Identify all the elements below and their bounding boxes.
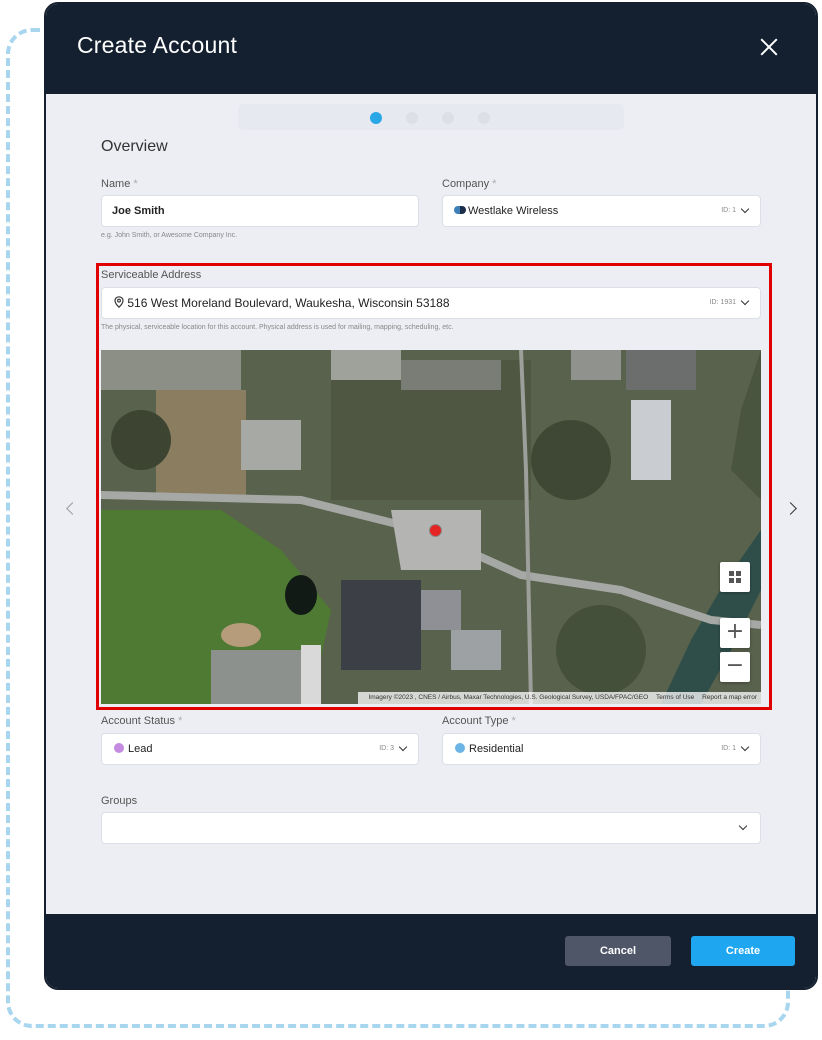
required-marker: * — [178, 715, 183, 727]
modal-title: Create Account — [77, 32, 238, 58]
step-dot-3[interactable] — [442, 112, 454, 124]
name-hint: e.g. John Smith, or Awesome Company Inc. — [101, 232, 238, 239]
company-logo-icon — [454, 206, 466, 214]
modal-footer: Cancel Create — [46, 914, 816, 988]
groups-label: Groups — [101, 795, 138, 807]
chevron-down-icon — [740, 204, 750, 214]
account-status-value: Lead — [128, 743, 153, 755]
name-value: Joe Smith — [112, 205, 165, 217]
name-input[interactable]: Joe Smith — [101, 195, 419, 227]
type-color-dot — [455, 743, 465, 753]
cancel-button[interactable]: Cancel — [565, 936, 671, 966]
account-status-id-tag: ID: 3 — [379, 745, 394, 752]
account-status-value-wrap: Lead — [114, 743, 152, 755]
close-icon[interactable] — [756, 34, 782, 60]
company-id-tag: ID: 1 — [721, 207, 736, 214]
name-label-text: Name — [101, 178, 131, 190]
create-button[interactable]: Create — [691, 936, 795, 966]
company-select[interactable]: Westlake Wireless ID: 1 — [442, 195, 761, 227]
step-indicator — [238, 104, 624, 130]
company-label-text: Company — [442, 178, 490, 190]
account-status-select[interactable]: Lead ID: 3 — [101, 733, 419, 765]
modal-header: Create Account — [46, 4, 816, 94]
name-label: Name * — [101, 178, 138, 190]
required-marker: * — [492, 178, 497, 190]
chevron-down-icon — [398, 742, 408, 752]
required-marker: * — [511, 715, 516, 727]
groups-select[interactable] — [101, 812, 761, 844]
chevron-down-icon — [740, 742, 750, 752]
account-type-label-text: Account Type — [442, 715, 509, 727]
status-color-dot — [114, 743, 124, 753]
section-title-overview: Overview — [101, 138, 168, 155]
step-dot-4[interactable] — [478, 112, 490, 124]
company-label: Company * — [442, 178, 496, 190]
company-value-wrap: Westlake Wireless — [454, 205, 558, 217]
next-arrow-icon[interactable] — [784, 502, 797, 515]
chevron-down-icon — [738, 821, 748, 831]
previous-arrow-icon[interactable] — [66, 502, 79, 515]
required-marker: * — [133, 178, 138, 190]
account-status-label-text: Account Status — [101, 715, 175, 727]
account-type-id-tag: ID: 1 — [721, 745, 736, 752]
step-dot-1[interactable] — [370, 112, 382, 124]
account-type-value: Residential — [469, 743, 524, 755]
account-type-select[interactable]: Residential ID: 1 — [442, 733, 761, 765]
highlight-box — [96, 263, 772, 710]
account-status-label: Account Status * — [101, 715, 182, 727]
account-type-label: Account Type * — [442, 715, 516, 727]
company-value: Westlake Wireless — [468, 205, 559, 217]
account-type-value-wrap: Residential — [455, 743, 523, 755]
step-dot-2[interactable] — [406, 112, 418, 124]
create-account-modal: Create Account Overview Name * Joe Smith… — [44, 2, 818, 990]
